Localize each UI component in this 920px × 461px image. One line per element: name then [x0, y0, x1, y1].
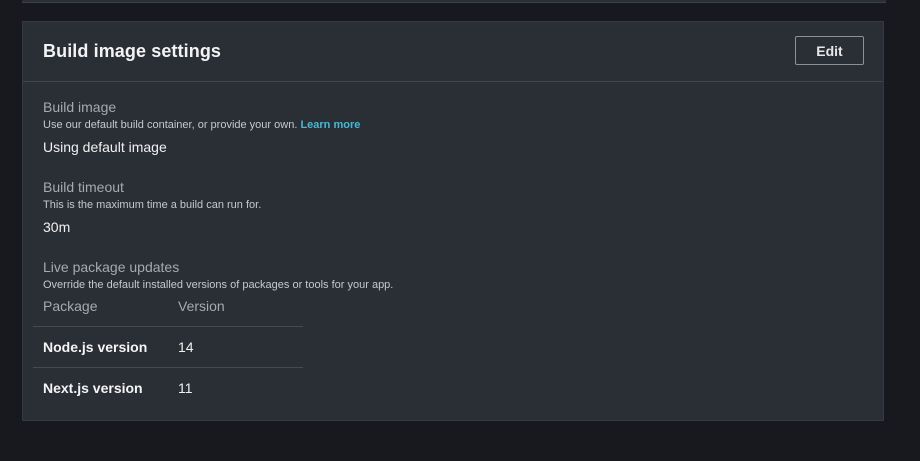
edit-button[interactable]: Edit [795, 36, 864, 65]
build-timeout-label: Build timeout [43, 179, 124, 195]
package-version: 14 [163, 326, 303, 368]
card-header: Build image settings Edit [23, 22, 883, 82]
live-package-updates-label: Live package updates [43, 259, 180, 275]
build-timeout-field: Build timeout This is the maximum time a… [43, 178, 261, 236]
build-timeout-description: This is the maximum time a build can run… [43, 199, 262, 211]
build-image-settings-card: Build image settings Edit Build image Us… [22, 21, 884, 421]
live-package-updates-field: Live package updates Override the defaul… [43, 258, 393, 293]
package-version: 11 [178, 380, 193, 396]
card-title: Build image settings [43, 41, 222, 61]
package-name: Node.js version [33, 326, 163, 368]
package-name: Next.js version [43, 380, 143, 396]
build-timeout-value: 30m [43, 219, 71, 235]
build-image-description: Use our default build container, or prov… [43, 117, 360, 133]
build-image-description-text: Use our default build container, or prov… [43, 119, 298, 131]
build-image-field: Build image Use our default build contai… [43, 98, 360, 156]
previous-card-edge [22, 0, 886, 3]
column-header-package: Package [33, 298, 163, 327]
build-image-value: Using default image [43, 139, 167, 155]
live-package-updates-description: Override the default installed versions … [43, 279, 394, 291]
package-table: Package Version Node.js version 14 Next.… [33, 298, 303, 408]
table-header-row: Package Version [33, 298, 303, 327]
build-image-label: Build image [43, 99, 117, 115]
learn-more-link[interactable]: Learn more [300, 119, 360, 131]
table-row: Node.js version 14 [33, 326, 303, 368]
table-row: Next.js version 11 [33, 368, 303, 409]
column-header-version: Version [163, 298, 303, 327]
